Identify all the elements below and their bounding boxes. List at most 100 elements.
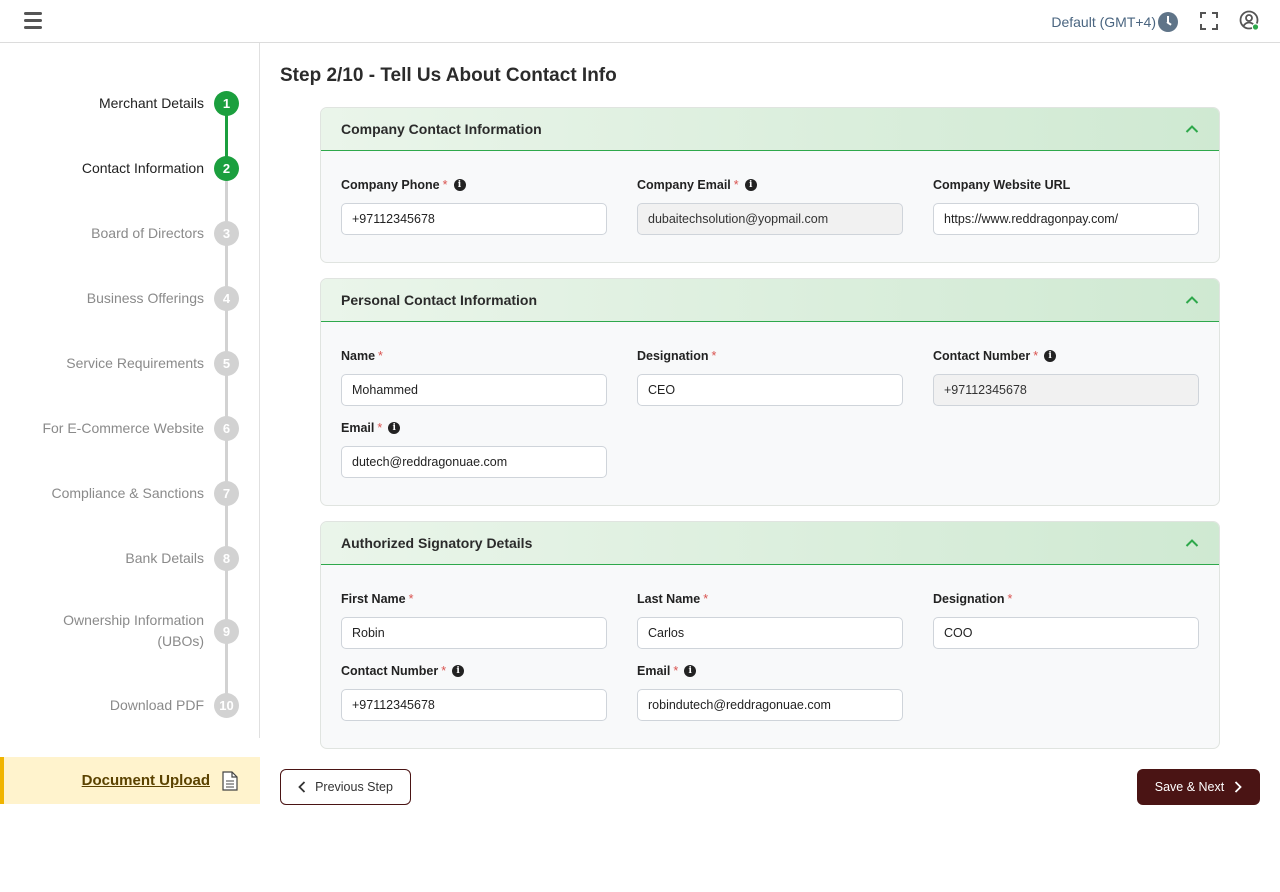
chevron-up-icon[interactable] bbox=[1185, 124, 1199, 134]
hamburger-menu-icon[interactable] bbox=[24, 12, 42, 29]
field-label: Designation bbox=[637, 349, 709, 363]
step-business-offerings[interactable]: Business Offerings 4 bbox=[87, 283, 239, 313]
clock-icon bbox=[1158, 12, 1178, 32]
required-mark: * bbox=[703, 592, 709, 606]
required-mark: * bbox=[442, 178, 448, 192]
designation-input[interactable] bbox=[637, 374, 903, 406]
company-email-input[interactable] bbox=[637, 203, 903, 235]
required-mark: * bbox=[441, 664, 447, 678]
field-label: Company Phone bbox=[341, 178, 440, 192]
personal-contact-header[interactable]: Personal Contact Information bbox=[321, 279, 1219, 322]
name-input[interactable] bbox=[341, 374, 607, 406]
step-label: Merchant Details bbox=[98, 94, 204, 111]
field-label: First Name bbox=[341, 592, 406, 606]
company-email-field: Company Email * i bbox=[637, 177, 903, 235]
info-icon[interactable]: i bbox=[453, 179, 466, 191]
step-number: 4 bbox=[214, 285, 239, 311]
field-label: Email bbox=[341, 421, 375, 435]
step-label: Ownership Information (UBOs) bbox=[63, 610, 204, 652]
personal-contact-card: Personal Contact Information Name* Desig… bbox=[320, 278, 1220, 506]
info-icon[interactable]: i bbox=[684, 665, 697, 677]
step-merchant-details[interactable]: Merchant Details 1 bbox=[99, 88, 239, 118]
info-icon[interactable]: i bbox=[744, 179, 757, 191]
previous-step-button[interactable]: Previous Step bbox=[280, 769, 411, 805]
field-label: Designation bbox=[933, 592, 1005, 606]
email-input[interactable] bbox=[341, 446, 607, 478]
card-title: Personal Contact Information bbox=[341, 292, 538, 308]
step-number: 3 bbox=[214, 220, 239, 246]
step-number: 5 bbox=[214, 350, 239, 376]
step-number: 1 bbox=[214, 90, 239, 116]
required-mark: * bbox=[711, 349, 717, 363]
first-name-input[interactable] bbox=[341, 617, 607, 649]
signatory-email-input[interactable] bbox=[637, 689, 903, 721]
save-next-button[interactable]: Save & Next bbox=[1137, 769, 1260, 805]
step-number: 7 bbox=[214, 480, 239, 506]
steps-sidebar: Merchant Details 1 Contact Information 2… bbox=[0, 43, 260, 738]
required-mark: * bbox=[733, 178, 739, 192]
fullscreen-icon[interactable] bbox=[1200, 12, 1218, 30]
step-number: 2 bbox=[214, 155, 239, 181]
user-account-icon[interactable] bbox=[1239, 10, 1260, 31]
save-next-label: Save & Next bbox=[1154, 780, 1225, 794]
info-icon[interactable]: i bbox=[388, 422, 401, 434]
step-compliance-sanctions[interactable]: Compliance & Sanctions 7 bbox=[51, 478, 239, 508]
step-label: Download PDF bbox=[109, 696, 204, 713]
last-name-input[interactable] bbox=[637, 617, 903, 649]
chevron-right-icon bbox=[1235, 781, 1243, 793]
contact-number-input[interactable] bbox=[933, 374, 1199, 406]
chevron-up-icon[interactable] bbox=[1185, 295, 1199, 305]
field-label: Email bbox=[637, 664, 671, 678]
last-name-field: Last Name * bbox=[637, 591, 903, 649]
step-label-line2: (UBOs) bbox=[157, 633, 204, 649]
chevron-left-icon bbox=[298, 781, 306, 793]
step-number: 9 bbox=[214, 618, 239, 644]
step-label-line1: Ownership Information bbox=[63, 612, 204, 628]
step-label: Bank Details bbox=[125, 549, 204, 566]
first-name-field: First Name * bbox=[341, 591, 607, 649]
info-icon[interactable]: i bbox=[452, 665, 465, 677]
step-service-requirements[interactable]: Service Requirements 5 bbox=[66, 348, 239, 378]
step-number: 8 bbox=[214, 545, 239, 571]
step-label: Contact Information bbox=[81, 159, 204, 176]
document-upload-link[interactable]: Document Upload bbox=[0, 757, 260, 804]
document-icon bbox=[222, 770, 238, 791]
timezone-label: Default (GMT+4) bbox=[1051, 14, 1156, 30]
required-mark: * bbox=[408, 592, 414, 606]
signatory-email-field: Email * i bbox=[637, 663, 903, 721]
authorized-signatory-card: Authorized Signatory Details First Name *… bbox=[320, 521, 1220, 749]
company-contact-header[interactable]: Company Contact Information bbox=[321, 108, 1219, 151]
signatory-contact-number-input[interactable] bbox=[341, 689, 607, 721]
step-ecommerce-website[interactable]: For E-Commerce Website 6 bbox=[42, 413, 239, 443]
field-label: Contact Number bbox=[933, 349, 1031, 363]
company-website-field: Company Website URL bbox=[933, 177, 1199, 235]
step-contact-information[interactable]: Contact Information 2 bbox=[82, 153, 239, 183]
step-label: Service Requirements bbox=[66, 354, 204, 371]
name-field: Name * bbox=[341, 348, 607, 406]
step-label: For E-Commerce Website bbox=[42, 419, 204, 436]
step-ownership-information[interactable]: Ownership Information (UBOs) 9 bbox=[63, 612, 239, 649]
required-mark: * bbox=[1033, 349, 1039, 363]
timezone-selector[interactable]: Default (GMT+4) bbox=[1051, 12, 1178, 32]
company-website-input[interactable] bbox=[933, 203, 1199, 235]
signatory-contact-number-field: Contact Number * i bbox=[341, 663, 607, 721]
chevron-up-icon[interactable] bbox=[1185, 538, 1199, 548]
step-bank-details[interactable]: Bank Details 8 bbox=[125, 543, 239, 573]
step-board-of-directors[interactable]: Board of Directors 3 bbox=[91, 218, 239, 248]
card-title: Authorized Signatory Details bbox=[341, 535, 533, 551]
step-label: Business Offerings bbox=[86, 289, 204, 306]
document-upload-label: Document Upload bbox=[81, 772, 210, 789]
authorized-signatory-header[interactable]: Authorized Signatory Details bbox=[321, 522, 1219, 565]
info-icon[interactable]: i bbox=[1044, 350, 1057, 362]
designation-field: Designation * bbox=[637, 348, 903, 406]
step-number: 6 bbox=[214, 415, 239, 441]
previous-step-label: Previous Step bbox=[315, 780, 393, 794]
field-label: Contact Number bbox=[341, 664, 439, 678]
signatory-designation-input[interactable] bbox=[933, 617, 1199, 649]
company-contact-card: Company Contact Information Company Phon… bbox=[320, 107, 1220, 263]
step-download-pdf[interactable]: Download PDF 10 bbox=[110, 690, 239, 720]
card-title: Company Contact Information bbox=[341, 121, 542, 137]
field-label: Name bbox=[341, 349, 376, 363]
field-label: Company Email bbox=[637, 178, 731, 192]
company-phone-input[interactable] bbox=[341, 203, 607, 235]
